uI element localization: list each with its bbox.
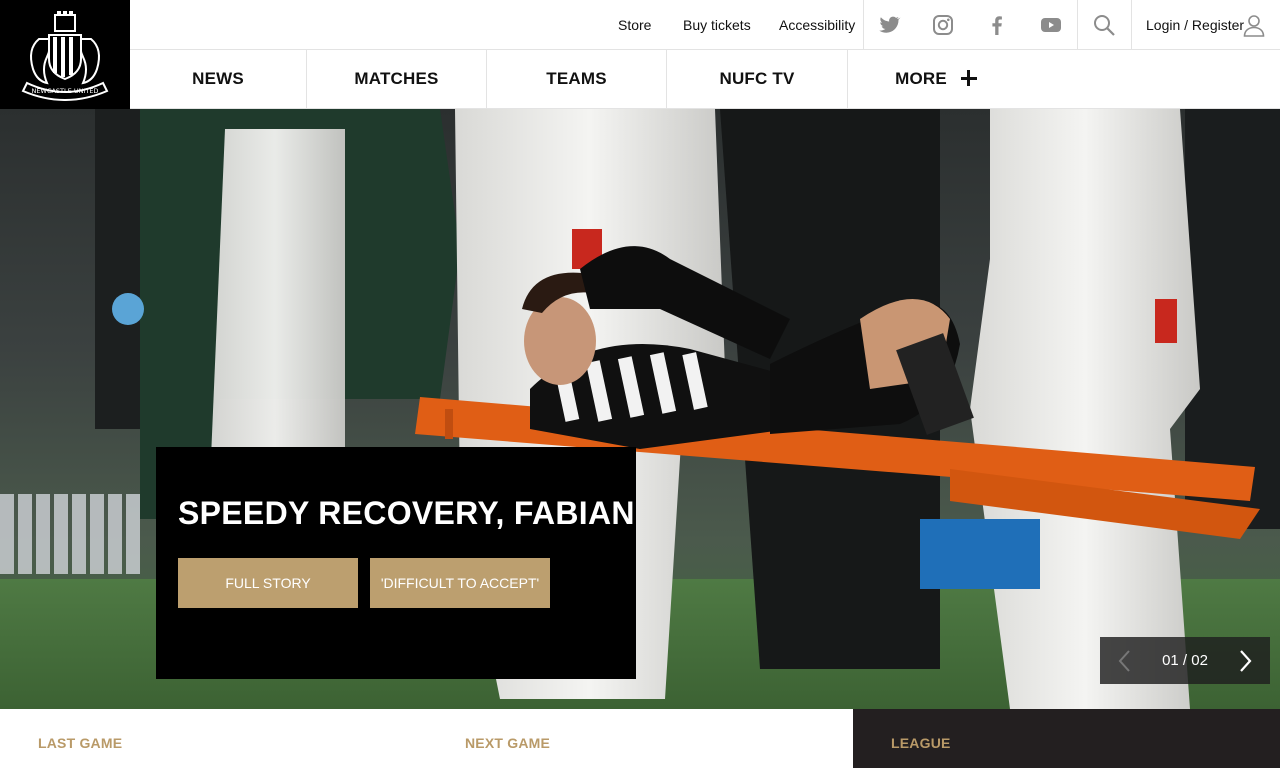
search-icon[interactable]: [1092, 13, 1116, 37]
chevron-right-icon: [1240, 650, 1252, 672]
next-game-heading[interactable]: NEXT GAME: [465, 735, 550, 751]
accessibility-link[interactable]: Accessibility: [779, 0, 855, 50]
difficult-to-accept-button[interactable]: 'DIFFICULT TO ACCEPT': [370, 558, 550, 608]
divider: [1077, 0, 1078, 50]
story-card: SPEEDY RECOVERY, FABIAN FULL STORY 'DIFF…: [156, 447, 636, 679]
login-register-link[interactable]: Login / Register: [1146, 0, 1244, 50]
hero-carousel[interactable]: SPEEDY RECOVERY, FABIAN FULL STORY 'DIFF…: [0, 109, 1280, 709]
full-story-button[interactable]: FULL STORY: [178, 558, 358, 608]
store-link[interactable]: Store: [618, 0, 651, 50]
story-headline[interactable]: SPEEDY RECOVERY, FABIAN: [178, 495, 635, 532]
facebook-icon[interactable]: [985, 13, 1009, 37]
crest-icon: NEWCASTLE UNITED: [21, 10, 109, 101]
nav-more[interactable]: MORE: [848, 50, 1024, 108]
main-navigation: NEWS MATCHES TEAMS NUFC TV MORE: [130, 50, 1280, 109]
fixtures-strip: LAST GAME NEXT GAME LEAGUE: [0, 709, 1280, 768]
nav-teams[interactable]: TEAMS: [487, 50, 667, 108]
plus-icon: [960, 70, 977, 86]
carousel-pager: 01 / 02: [1100, 637, 1270, 684]
nav-more-label: MORE: [895, 69, 947, 88]
divider: [863, 0, 864, 50]
buy-tickets-link[interactable]: Buy tickets: [683, 0, 751, 50]
twitter-icon[interactable]: [877, 13, 901, 37]
youtube-icon[interactable]: [1039, 13, 1063, 37]
last-game-heading[interactable]: LAST GAME: [38, 735, 122, 751]
instagram-icon[interactable]: [931, 13, 955, 37]
nav-news[interactable]: NEWS: [130, 50, 307, 108]
nav-nufc-tv[interactable]: NUFC TV: [667, 50, 848, 108]
utility-bar: Store Buy tickets Accessibility Login / …: [130, 0, 1280, 50]
league-panel: LEAGUE: [853, 709, 1280, 768]
league-heading[interactable]: LEAGUE: [891, 735, 951, 751]
club-logo[interactable]: NEWCASTLE UNITED: [0, 0, 130, 109]
user-icon[interactable]: [1242, 13, 1266, 37]
divider: [1131, 0, 1132, 50]
carousel-next-button[interactable]: [1224, 637, 1268, 684]
crest-text: NEWCASTLE UNITED: [32, 87, 99, 95]
nav-matches[interactable]: MATCHES: [307, 50, 487, 108]
